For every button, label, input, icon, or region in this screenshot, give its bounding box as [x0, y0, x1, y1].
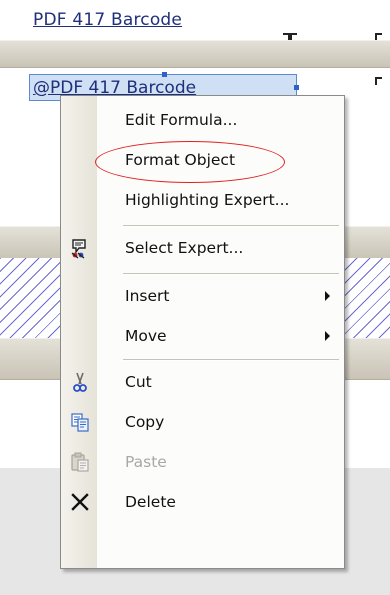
copy-icon: [69, 411, 91, 433]
field-corner-marker: [375, 77, 382, 85]
menu-item-label: Select Expert...: [125, 239, 244, 257]
menu-item-label: Edit Formula...: [125, 111, 238, 129]
menu-separator: [123, 225, 339, 227]
section-divider[interactable]: [0, 40, 390, 68]
barcode-header-field[interactable]: PDF 417 Barcode: [33, 10, 182, 30]
paste-icon: [69, 451, 91, 473]
menu-separator: [123, 359, 339, 361]
menu-item-label: Move: [125, 327, 167, 345]
submenu-arrow-icon: [325, 331, 330, 341]
menu-item-label: Insert: [125, 287, 170, 305]
menu-item-label: Paste: [125, 453, 167, 471]
menu-separator: [123, 273, 339, 275]
menu-item-copy[interactable]: Copy: [61, 402, 344, 442]
menu-item-select-expert[interactable]: Select Expert...: [61, 228, 344, 268]
menu-item-highlighting-expert[interactable]: Highlighting Expert...: [61, 180, 344, 220]
scissors-icon: [69, 371, 91, 393]
menu-item-delete[interactable]: Delete: [61, 482, 344, 522]
menu-item-label: Delete: [125, 493, 176, 511]
select-expert-icon: [69, 237, 91, 259]
menu-item-label: Highlighting Expert...: [125, 191, 290, 209]
resize-handle[interactable]: [162, 72, 167, 77]
menu-item-paste[interactable]: Paste: [61, 442, 344, 482]
submenu-arrow-icon: [325, 291, 330, 301]
delete-x-icon: [69, 491, 91, 513]
annotation-highlight-ellipse: [95, 141, 285, 183]
menu-item-move[interactable]: Move: [61, 316, 344, 356]
menu-item-insert[interactable]: Insert: [61, 276, 344, 316]
menu-item-cut[interactable]: Cut: [61, 362, 344, 402]
menu-item-label: Cut: [125, 373, 152, 391]
menu-item-label: Copy: [125, 413, 165, 431]
menu-item-edit-formula[interactable]: Edit Formula...: [61, 100, 344, 140]
resize-handle[interactable]: [294, 85, 299, 90]
